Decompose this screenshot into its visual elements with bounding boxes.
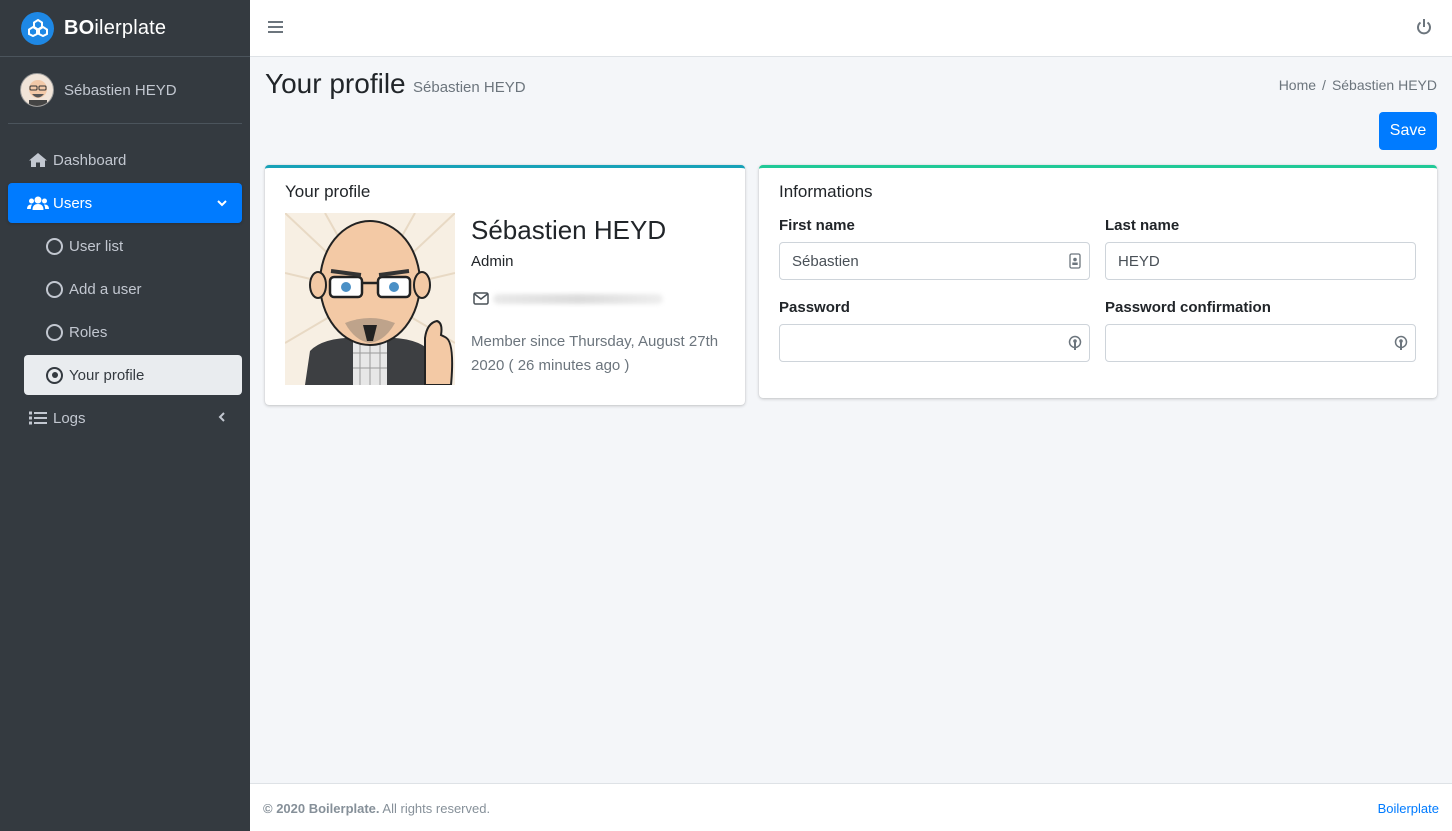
password-label: Password <box>779 299 850 316</box>
profile-role: Admin <box>471 253 514 270</box>
brand-link[interactable]: BOilerplate <box>0 0 250 57</box>
card-title: Informations <box>779 182 873 201</box>
envelope-icon <box>473 292 489 310</box>
home-icon <box>27 151 49 169</box>
sidebar-nav: Dashboard Users User list Add a user Rol… <box>0 124 250 438</box>
save-button[interactable]: Save <box>1379 112 1437 150</box>
profile-picture <box>285 213 455 385</box>
profile-email-redacted <box>493 294 663 304</box>
sidebar-item-logs[interactable]: Logs <box>8 398 242 438</box>
breadcrumb-home[interactable]: Home <box>1279 77 1316 93</box>
brand-logo-icon <box>21 11 54 45</box>
footer-link[interactable]: Boilerplate <box>1378 801 1439 816</box>
footer: © 2020 Boilerplate. All rights reserved.… <box>250 783 1452 831</box>
circle-icon <box>46 323 63 341</box>
breadcrumb: Home / Sébastien HEYD <box>1279 77 1437 93</box>
key-icon <box>1394 335 1408 351</box>
first-name-field[interactable] <box>779 242 1090 280</box>
password-confirmation-field[interactable] <box>1105 324 1416 362</box>
sidebar-item-label: Users <box>53 194 93 212</box>
sidebar-item-your-profile[interactable]: Your profile <box>24 355 242 395</box>
sidebar-item-dashboard[interactable]: Dashboard <box>8 140 242 180</box>
breadcrumb-separator: / <box>1322 77 1326 93</box>
sidebar: BOilerplate Sébastien HEYD Dashboard Use… <box>0 0 250 831</box>
page-title: Your profile <box>265 68 406 99</box>
user-name: Sébastien HEYD <box>64 81 177 99</box>
first-name-label: First name <box>779 217 855 234</box>
card-title: Your profile <box>285 182 371 201</box>
sidebar-item-label: User list <box>69 237 124 255</box>
page-subtitle: Sébastien HEYD <box>413 79 526 96</box>
member-since: Member since Thursday, August 27th 2020 … <box>471 333 719 374</box>
top-navbar <box>250 0 1452 57</box>
circle-icon <box>46 237 63 255</box>
sidebar-item-add-user[interactable]: Add a user <box>24 269 242 309</box>
informations-card: Informations First name Last name Passwo… <box>759 165 1437 398</box>
menu-toggle-icon[interactable] <box>268 20 283 34</box>
sidebar-item-label: Add a user <box>69 280 142 298</box>
sidebar-item-user-list[interactable]: User list <box>24 226 242 266</box>
password-field[interactable] <box>779 324 1090 362</box>
main-content: Your profile Sébastien HEYD Home / Sébasti… <box>250 57 1452 783</box>
footer-copyright: © 2020 Boilerplate. All rights reserved. <box>263 801 491 816</box>
users-icon <box>27 194 49 212</box>
dot-circle-icon <box>46 366 63 384</box>
power-icon[interactable] <box>1416 18 1432 41</box>
users-submenu: User list Add a user Roles Your profile <box>8 226 242 395</box>
last-name-field[interactable] <box>1105 242 1416 280</box>
id-badge-icon <box>1069 253 1083 269</box>
user-panel[interactable]: Sébastien HEYD <box>8 57 242 124</box>
sidebar-item-label: Roles <box>69 323 108 341</box>
sidebar-item-roles[interactable]: Roles <box>24 312 242 352</box>
chevron-left-icon <box>216 410 228 427</box>
sidebar-item-label: Logs <box>53 409 86 427</box>
circle-icon <box>46 280 63 298</box>
profile-name: Sébastien HEYD <box>471 215 667 245</box>
key-icon <box>1068 335 1082 351</box>
list-icon <box>27 409 49 427</box>
chevron-down-icon <box>216 195 228 212</box>
last-name-label: Last name <box>1105 217 1180 234</box>
avatar <box>20 73 54 107</box>
sidebar-item-label: Dashboard <box>53 151 127 169</box>
sidebar-item-users[interactable]: Users <box>8 183 242 223</box>
profile-card: Your profile Sébastien HEYD Admin Member… <box>265 165 745 405</box>
sidebar-item-label: Your profile <box>69 366 145 384</box>
password-confirmation-label: Password confirmation <box>1105 299 1271 316</box>
breadcrumb-current: Sébastien HEYD <box>1331 77 1437 93</box>
brand-name: BOilerplate <box>64 16 167 39</box>
